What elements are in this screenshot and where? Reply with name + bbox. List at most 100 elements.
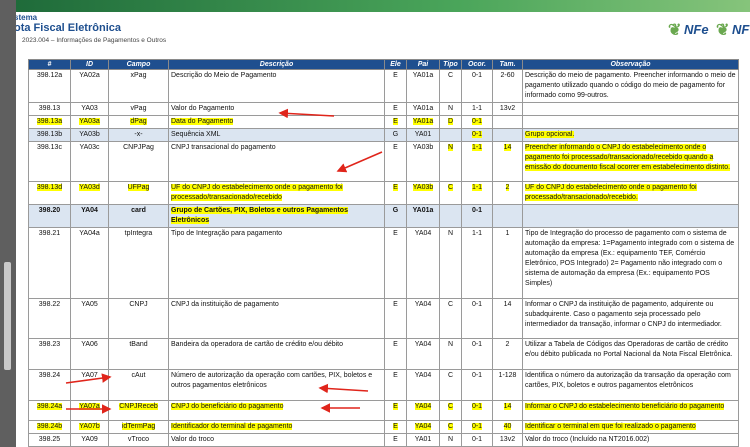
cell-observacao bbox=[522, 204, 739, 228]
cell-descricao: Valor do troco bbox=[168, 433, 385, 447]
header-line-1: stema bbox=[16, 13, 38, 22]
cell-campo: dPag bbox=[108, 115, 169, 129]
cell-id: YA04 bbox=[70, 204, 109, 228]
cell-campo: idTermPag bbox=[108, 420, 169, 434]
cell-observacao: Grupo opcional. bbox=[522, 128, 739, 142]
col-header-tam: Tam. bbox=[492, 59, 523, 70]
table-row: 398.12a YA02a xPag Descrição do Meio de Pag… bbox=[28, 69, 739, 103]
cell-campo: vPag bbox=[108, 102, 169, 116]
cell-descricao: CNPJ transacional do pagamento bbox=[168, 141, 385, 182]
cell-descricao: Bandeira da operadora de cartão de crédi… bbox=[168, 338, 385, 370]
nfe-logo-2: ❦ NF bbox=[716, 22, 750, 39]
scrollbar-thumb[interactable] bbox=[4, 262, 11, 370]
cell-pai: YA01a bbox=[406, 115, 440, 129]
cell-observacao bbox=[522, 115, 739, 129]
cell-tipo: D bbox=[439, 115, 462, 129]
cell-descricao: Tipo de Integração para pagamento bbox=[168, 227, 385, 299]
cell-ocor: 0-1 bbox=[461, 128, 493, 142]
cell-id: YA03c bbox=[70, 141, 109, 182]
top-color-bar bbox=[16, 0, 750, 12]
col-header-num: # bbox=[28, 59, 71, 70]
cell-tam: 14 bbox=[492, 400, 523, 421]
cell-ocor: 0-1 bbox=[461, 204, 493, 228]
cell-pai: YA01a bbox=[406, 69, 440, 103]
cell-id: YA06 bbox=[70, 338, 109, 370]
cell-num: 398.13 bbox=[28, 102, 71, 116]
cell-tipo: C bbox=[439, 400, 462, 421]
cell-descricao: Sequência XML bbox=[168, 128, 385, 142]
cell-tipo: C bbox=[439, 69, 462, 103]
cell-ocor: 0-1 bbox=[461, 298, 493, 339]
cell-num: 398.22 bbox=[28, 298, 71, 339]
table-row: 398.13a YA03a dPag Data do Pagamento E YA01a D… bbox=[28, 115, 739, 129]
table-row: 398.24b YA07b idTermPag Identificador do te… bbox=[28, 420, 739, 434]
cell-descricao: Grupo de Cartões, PIX, Boletos e outros … bbox=[168, 204, 385, 228]
cell-tam: 13v2 bbox=[492, 433, 523, 447]
cell-num: 398.13a bbox=[28, 115, 71, 129]
cell-ocor: 0-1 bbox=[461, 115, 493, 129]
cell-id: YA03d bbox=[70, 181, 109, 205]
cell-num: 398.21 bbox=[28, 227, 71, 299]
table-row: 398.24 YA07 cAut Número de autorização da o… bbox=[28, 369, 739, 401]
table-row: 398.13d YA03d UFPag UF do CNPJ do estabelec… bbox=[28, 181, 739, 205]
cell-pai: YA04 bbox=[406, 369, 440, 401]
cell-descricao: Data do Pagamento bbox=[168, 115, 385, 129]
vertical-scrollbar[interactable] bbox=[0, 0, 16, 447]
table-row: 398.13 YA03 vPag Valor do Pagamento E YA01a N 1… bbox=[28, 102, 739, 116]
cell-ocor: 1-1 bbox=[461, 227, 493, 299]
header-subtitle: 2023.004 – Informações de Pagamentos e O… bbox=[22, 37, 167, 44]
cell-observacao: Tipo de Integração do processo de pagame… bbox=[522, 227, 739, 299]
cell-pai: YA01 bbox=[406, 433, 440, 447]
cell-num: 398.13d bbox=[28, 181, 71, 205]
table-row: 398.24a YA07a CNPJReceb CNPJ do beneficiári… bbox=[28, 400, 739, 421]
cell-ele: E bbox=[384, 181, 407, 205]
cell-id: YA04a bbox=[70, 227, 109, 299]
table-row: 398.13b YA03b -x- Sequência XML G YA01 0-1 Grup… bbox=[28, 128, 739, 142]
cell-pai: YA01 bbox=[406, 128, 440, 142]
table-row: 398.25 YA09 vTroco Valor do troco E YA01 N 0-1 1… bbox=[28, 433, 739, 447]
cell-pai: YA03b bbox=[406, 141, 440, 182]
cell-campo: -x- bbox=[108, 128, 169, 142]
cell-ele: E bbox=[384, 298, 407, 339]
cell-campo: xPag bbox=[108, 69, 169, 103]
leaf-icon: ❦ bbox=[668, 22, 682, 39]
cell-campo: tpIntegra bbox=[108, 227, 169, 299]
cell-tipo: N bbox=[439, 433, 462, 447]
cell-tam: 13v2 bbox=[492, 102, 523, 116]
cell-tam: 14 bbox=[492, 141, 523, 182]
cell-descricao: CNPJ do beneficiário do pagamento bbox=[168, 400, 385, 421]
col-header-observacao: Observação bbox=[522, 59, 739, 70]
cell-descricao: UF do CNPJ do estabelecimento onde o pag… bbox=[168, 181, 385, 205]
cell-campo: CNPJPag bbox=[108, 141, 169, 182]
header-title: ota Fiscal Eletrônica bbox=[16, 22, 121, 34]
cell-campo: CNPJ bbox=[108, 298, 169, 339]
cell-ocor: 1-1 bbox=[461, 102, 493, 116]
cell-tipo: C bbox=[439, 369, 462, 401]
cell-observacao: Utilizar a Tabela de Códigos das Operado… bbox=[522, 338, 739, 370]
cell-pai: YA04 bbox=[406, 227, 440, 299]
cell-descricao: Identificador do terminal de pagamento bbox=[168, 420, 385, 434]
cell-tipo: N bbox=[439, 227, 462, 299]
cell-tam: 1 bbox=[492, 227, 523, 299]
cell-num: 398.24b bbox=[28, 420, 71, 434]
cell-observacao: Informar o CNPJ do estabelecimento benef… bbox=[522, 400, 739, 421]
cell-pai: YA04 bbox=[406, 298, 440, 339]
col-header-descricao: Descrição bbox=[168, 59, 385, 70]
cell-tipo bbox=[439, 128, 462, 142]
col-header-pai: Pai bbox=[406, 59, 440, 70]
cell-tam: 2 bbox=[492, 181, 523, 205]
cell-campo: tBand bbox=[108, 338, 169, 370]
cell-ocor: 0-1 bbox=[461, 69, 493, 103]
cell-observacao: Valor do troco (Incluído na NT2016.002) bbox=[522, 433, 739, 447]
cell-num: 398.23 bbox=[28, 338, 71, 370]
cell-num: 398.24 bbox=[28, 369, 71, 401]
table-row: 398.13c YA03c CNPJPag CNPJ transacional do … bbox=[28, 141, 739, 182]
cell-tam bbox=[492, 115, 523, 129]
cell-tam bbox=[492, 204, 523, 228]
cell-tipo: C bbox=[439, 420, 462, 434]
cell-id: YA07 bbox=[70, 369, 109, 401]
payment-fields-table: # ID Campo Descrição Ele Pai Tipo Ocor. … bbox=[28, 59, 739, 447]
cell-ele: E bbox=[384, 338, 407, 370]
cell-id: YA09 bbox=[70, 433, 109, 447]
cell-tipo: N bbox=[439, 141, 462, 182]
